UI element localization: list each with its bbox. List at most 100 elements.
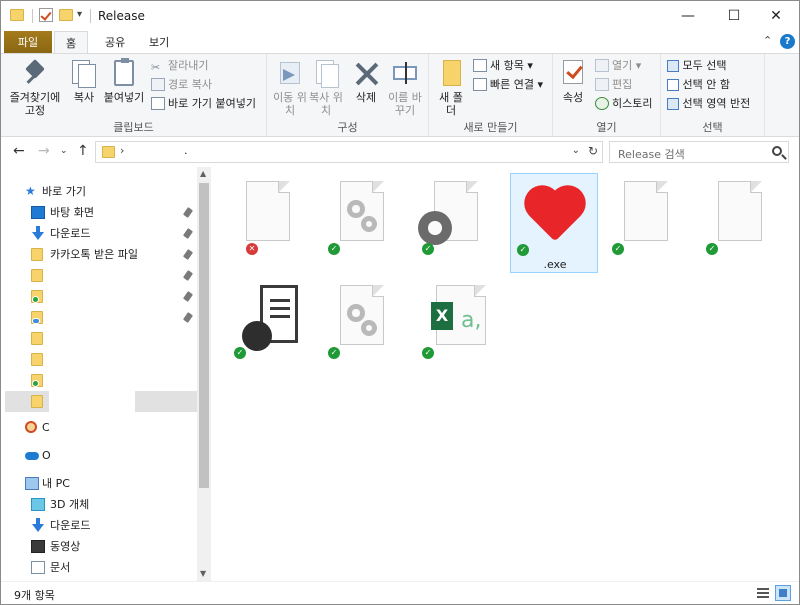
new-folder-quick-icon[interactable] bbox=[59, 9, 73, 21]
close-button[interactable]: ✕ bbox=[753, 1, 799, 31]
download-arrow-icon bbox=[32, 518, 44, 532]
help-icon[interactable]: ? bbox=[780, 34, 795, 49]
folder-icon bbox=[31, 353, 43, 366]
pin-to-quick-access-button[interactable]: 즐겨찾기에 고정 bbox=[5, 58, 65, 117]
nav-item-folder-synced[interactable] bbox=[31, 286, 197, 307]
search-box[interactable]: Release 검색 bbox=[609, 141, 789, 163]
nav-item-downloads[interactable]: 다운로드 bbox=[31, 223, 197, 244]
file-item[interactable]: X a, ✓ bbox=[412, 277, 500, 377]
folder-icon bbox=[10, 9, 24, 21]
copy-path-button[interactable]: 경로 복사 bbox=[151, 76, 212, 94]
nav-item-label: 바탕 화면 bbox=[50, 206, 94, 219]
nav-item-label: 내 PC bbox=[42, 477, 70, 490]
blank-file-icon bbox=[246, 181, 290, 241]
nav-item-folder[interactable] bbox=[31, 265, 197, 286]
breadcrumb-separator: › bbox=[120, 144, 125, 157]
file-item[interactable]: ✓ bbox=[696, 173, 784, 273]
select-all-label: 모두 선택 bbox=[682, 59, 727, 72]
up-arrow-icon[interactable]: ↑ bbox=[77, 143, 89, 159]
excel-file-icon: X a, bbox=[431, 285, 486, 345]
new-folder-button[interactable]: 새 폴더 bbox=[435, 58, 467, 117]
delete-button[interactable]: 삭제 bbox=[349, 58, 383, 104]
nav-scrollbar[interactable]: ▲ ▼ bbox=[197, 167, 211, 581]
file-item[interactable]: ✓ bbox=[318, 277, 406, 377]
move-icon bbox=[276, 58, 304, 88]
path-icon bbox=[151, 77, 165, 91]
file-item[interactable]: ✓ bbox=[318, 173, 406, 273]
move-to-button[interactable]: 이동 위치 bbox=[271, 58, 309, 117]
tab-view[interactable]: 보기 bbox=[137, 31, 181, 53]
file-item[interactable]: ✓ bbox=[412, 173, 500, 273]
scrollbar-thumb[interactable] bbox=[199, 183, 209, 488]
nav-item-kakaotalk[interactable]: 카카오톡 받은 파일 bbox=[31, 244, 197, 265]
title-separator bbox=[90, 9, 91, 23]
back-arrow-icon[interactable]: ← bbox=[13, 143, 25, 159]
quick-access-dropdown-icon[interactable]: ▾ bbox=[77, 9, 82, 20]
tab-file[interactable]: 파일 bbox=[4, 31, 52, 53]
file-item[interactable]: ✓ bbox=[602, 173, 690, 273]
recent-locations-chevron-icon[interactable]: ⌄ bbox=[60, 146, 68, 156]
cut-label: 잘라내기 bbox=[168, 59, 209, 72]
scroll-down-icon[interactable]: ▼ bbox=[200, 569, 206, 578]
address-dropdown-icon[interactable]: ⌄ bbox=[572, 145, 580, 156]
edit-label: 편집 bbox=[612, 78, 633, 91]
report-file-icon bbox=[242, 285, 300, 351]
sync-ok-icon: ✓ bbox=[328, 243, 340, 255]
collapse-ribbon-icon[interactable]: ⌃ bbox=[763, 34, 772, 47]
paste-button[interactable]: 붙여넣기 bbox=[103, 58, 145, 104]
easy-access-icon bbox=[473, 77, 487, 91]
properties-label: 속성 bbox=[562, 91, 584, 104]
title-bar[interactable]: ▾ Release — ☐ ✕ bbox=[1, 1, 799, 31]
scroll-up-icon[interactable]: ▲ bbox=[200, 169, 206, 178]
copy-button[interactable]: 복사 bbox=[67, 58, 101, 104]
open-group: 속성 열기 ▾ 편집 히스토리 열기 bbox=[553, 54, 661, 138]
minimize-button[interactable]: — bbox=[665, 1, 711, 31]
folder-icon bbox=[31, 311, 43, 324]
open-group-label: 열기 bbox=[596, 121, 617, 134]
properties-button[interactable]: 속성 bbox=[557, 58, 589, 104]
file-item[interactable]: ✕ bbox=[224, 173, 312, 273]
select-group: 모두 선택 선택 안 함 선택 영역 반전 선택 bbox=[661, 54, 765, 138]
address-bar[interactable]: › . ⌄ ↻ bbox=[95, 141, 603, 163]
nav-item-folder-synced[interactable] bbox=[31, 370, 197, 391]
refresh-icon[interactable]: ↻ bbox=[588, 144, 598, 158]
maximize-button[interactable]: ☐ bbox=[711, 1, 757, 31]
breadcrumb-path[interactable]: . bbox=[184, 144, 188, 157]
ribbon-tabs: 파일 홈 공유 보기 ⌃ ? bbox=[1, 31, 799, 53]
large-icons-view-icon[interactable] bbox=[775, 585, 791, 601]
tab-home[interactable]: 홈 bbox=[54, 31, 88, 53]
delete-x-icon bbox=[352, 58, 380, 88]
organize-group-label: 구성 bbox=[337, 121, 358, 134]
properties-quick-icon[interactable] bbox=[39, 8, 53, 22]
cut-button[interactable]: ✂ 잘라내기 bbox=[151, 57, 208, 75]
easy-access-button[interactable]: 빠른 연결 ▾ bbox=[473, 76, 543, 94]
details-view-icon[interactable] bbox=[755, 585, 771, 601]
nav-item-folder-cloud[interactable] bbox=[31, 307, 197, 328]
edit-button[interactable]: 편집 bbox=[595, 76, 632, 94]
open-button[interactable]: 열기 ▾ bbox=[595, 57, 641, 75]
paste-shortcut-button[interactable]: 바로 가기 붙여넣기 bbox=[151, 95, 256, 113]
nav-item-label: 다운로드 bbox=[50, 227, 91, 240]
file-item[interactable]: ✓ bbox=[224, 277, 312, 377]
organize-group: 이동 위치 복사 위치 삭제 이름 바꾸기 구성 bbox=[267, 54, 429, 138]
new-item-icon bbox=[473, 58, 487, 72]
tab-share[interactable]: 공유 bbox=[93, 31, 137, 53]
nav-item-folder[interactable] bbox=[31, 328, 197, 349]
paste-shortcut-label: 바로 가기 붙여넣기 bbox=[168, 97, 256, 110]
search-placeholder: Release 검색 bbox=[618, 148, 685, 161]
nav-item-desktop[interactable]: 바탕 화면 bbox=[31, 202, 197, 223]
nav-item-selected-folder[interactable] bbox=[5, 391, 49, 412]
clipboard-icon bbox=[110, 58, 138, 88]
invert-selection-button[interactable]: 선택 영역 반전 bbox=[667, 95, 750, 113]
select-all-button[interactable]: 모두 선택 bbox=[667, 57, 726, 75]
nav-item-folder[interactable] bbox=[31, 349, 197, 370]
forward-arrow-icon[interactable]: → bbox=[38, 143, 50, 159]
copy-to-button[interactable]: 복사 위치 bbox=[307, 58, 345, 117]
new-item-button[interactable]: 새 항목 ▾ bbox=[473, 57, 533, 75]
file-item-selected[interactable]: ✓ .exe bbox=[510, 173, 598, 273]
folder-icon bbox=[102, 146, 115, 158]
history-button[interactable]: 히스토리 bbox=[595, 95, 652, 113]
rename-button[interactable]: 이름 바꾸기 bbox=[385, 58, 425, 117]
search-icon[interactable] bbox=[772, 146, 782, 156]
select-none-button[interactable]: 선택 안 함 bbox=[667, 76, 730, 94]
